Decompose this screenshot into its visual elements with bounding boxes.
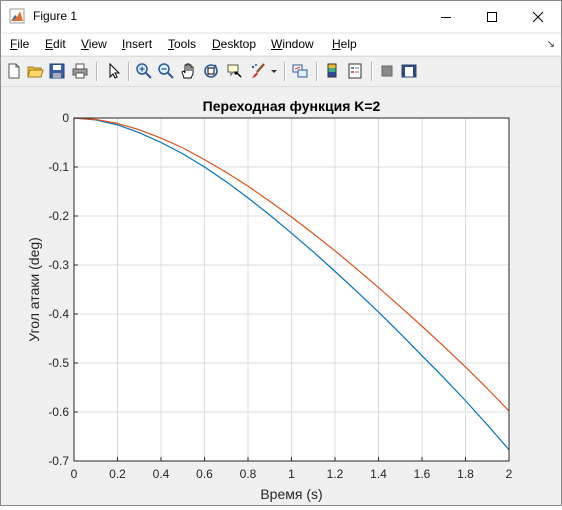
y-tick-label: -0.6 [48, 405, 69, 419]
x-tick-label: 2 [506, 467, 513, 481]
y-axis-label: Угол атаки (deg) [26, 237, 42, 342]
x-tick-label: 1.6 [414, 467, 431, 481]
menu-window[interactable]: Window [271, 37, 314, 51]
toolbar-separator [316, 62, 318, 81]
menu-dock-arrow-icon[interactable]: ↘ [547, 39, 555, 50]
y-tick-label: -0.7 [48, 454, 69, 468]
x-axis-label: Время (s) [260, 486, 322, 502]
rotate-3d-icon[interactable] [202, 62, 220, 80]
brush-dropdown-icon[interactable] [269, 62, 279, 80]
new-figure-icon[interactable] [5, 62, 23, 80]
x-tick-label: 1.4 [370, 467, 387, 481]
maximize-button[interactable] [469, 1, 515, 32]
show-plot-tools-icon[interactable] [400, 62, 418, 80]
menu-desktop[interactable]: Desktop [212, 37, 256, 51]
x-tick-label: 0.4 [153, 467, 170, 481]
figure-window: Figure 1 File Edit View Insert Tools Des… [0, 0, 562, 506]
zoom-in-icon[interactable] [135, 62, 153, 80]
hide-plot-tools-icon[interactable] [378, 62, 396, 80]
menu-edit[interactable]: Edit [45, 37, 66, 51]
line-chart[interactable]: 0 0.2 0.4 0.6 0.8 1 1.2 1.4 1.6 1.8 2 0 -0.1 -0.2 -0.3… [1, 87, 561, 505]
y-tick-label: 0 [62, 111, 69, 125]
insert-legend-icon[interactable] [346, 62, 364, 80]
close-icon [532, 11, 544, 22]
x-tick-label: 0.2 [109, 467, 126, 481]
toolbar-separator [284, 62, 286, 81]
toolbar-separator [371, 62, 373, 81]
y-tick-label: -0.1 [48, 160, 69, 174]
x-tick-label: 0 [71, 467, 78, 481]
figure-toolbar [1, 56, 561, 87]
menu-view[interactable]: View [81, 37, 107, 51]
title-bar[interactable]: Figure 1 [1, 1, 561, 32]
zoom-out-icon[interactable] [157, 62, 175, 80]
link-plot-icon[interactable] [291, 62, 309, 80]
data-cursor-icon[interactable] [225, 62, 243, 80]
x-tick-label: 0.6 [196, 467, 213, 481]
matlab-app-icon [9, 8, 25, 24]
maximize-icon [487, 11, 497, 22]
minimize-icon [441, 16, 451, 18]
y-tick-label: -0.4 [48, 307, 69, 321]
insert-colorbar-icon[interactable] [323, 62, 341, 80]
figure-canvas[interactable]: 0 0.2 0.4 0.6 0.8 1 1.2 1.4 1.6 1.8 2 0 -0.1 -0.2 -0.3… [1, 87, 561, 505]
window-title: Figure 1 [33, 9, 78, 23]
minimize-button[interactable] [423, 1, 469, 32]
menu-bar: File Edit View Insert Tools Desktop Wind… [1, 34, 561, 55]
y-tick-label: -0.3 [48, 258, 69, 272]
brush-icon[interactable] [249, 62, 267, 80]
x-tick-label: 1 [288, 467, 295, 481]
print-icon[interactable] [71, 62, 89, 80]
pan-hand-icon[interactable] [179, 62, 197, 80]
toolbar-separator [128, 62, 130, 81]
menu-help[interactable]: Help [332, 37, 357, 51]
toolbar-separator [96, 62, 98, 81]
y-tick-label: -0.2 [48, 209, 69, 223]
open-file-icon[interactable] [26, 62, 44, 80]
menu-tools[interactable]: Tools [168, 37, 196, 51]
menu-file[interactable]: File [10, 37, 29, 51]
menu-insert[interactable]: Insert [122, 37, 152, 51]
y-tick-label: -0.5 [48, 356, 69, 370]
chart-title: Переходная функция K=2 [203, 98, 381, 114]
x-tick-label: 0.8 [240, 467, 257, 481]
x-tick-label: 1.2 [327, 467, 344, 481]
edit-plot-arrow-icon[interactable] [105, 62, 123, 80]
close-button[interactable] [515, 1, 561, 32]
save-icon[interactable] [48, 62, 66, 80]
x-tick-label: 1.8 [457, 467, 474, 481]
